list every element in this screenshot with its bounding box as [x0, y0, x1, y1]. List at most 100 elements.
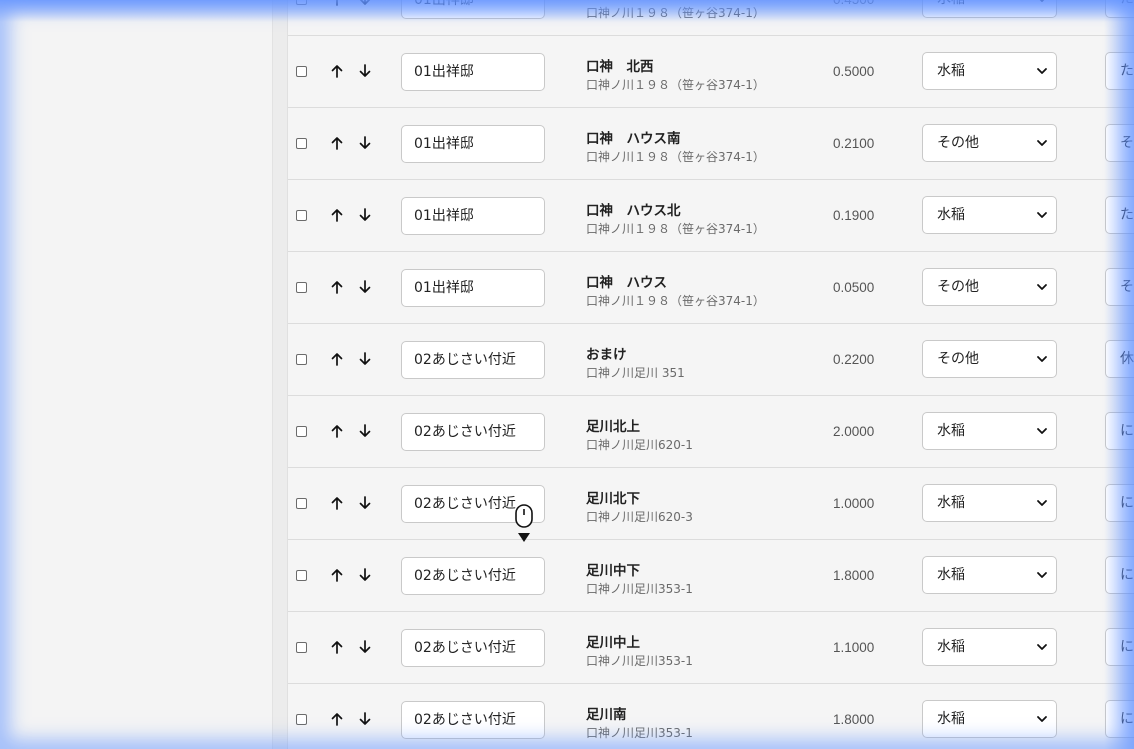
field-name: 口神 ハウス北	[586, 203, 681, 219]
field-name: おまけ	[586, 347, 627, 363]
field-area: 0.2200	[833, 352, 875, 367]
arrow-down-icon	[359, 280, 371, 293]
crop-select[interactable]: 水稲	[922, 628, 1057, 666]
move-up-button[interactable]	[328, 204, 346, 226]
move-up-button[interactable]	[328, 132, 346, 154]
crop-select[interactable]: その他	[922, 340, 1057, 378]
next-column-select[interactable]: に	[1105, 628, 1134, 666]
arrow-up-icon	[331, 65, 343, 78]
row-checkbox[interactable]	[296, 570, 307, 581]
next-column-select[interactable]: 休	[1105, 340, 1134, 378]
chevron-down-icon	[1037, 572, 1047, 578]
crop-select-value: 水稲	[937, 639, 965, 655]
move-down-button[interactable]	[356, 204, 374, 226]
move-down-button[interactable]	[356, 276, 374, 298]
row-checkbox[interactable]	[296, 354, 307, 365]
move-up-button[interactable]	[328, 564, 346, 586]
move-up-button[interactable]	[328, 276, 346, 298]
move-down-button[interactable]	[356, 564, 374, 586]
row-checkbox[interactable]	[296, 138, 307, 149]
table-row: 01出祥邸 口神 ハウス南 口神ノ川１９８（笹ヶ谷374-1） 0.2100 そ…	[288, 108, 1134, 180]
crop-select[interactable]: 水稲	[922, 700, 1057, 738]
move-down-button[interactable]	[356, 420, 374, 442]
arrow-down-icon	[359, 208, 371, 221]
move-up-button[interactable]	[328, 492, 346, 514]
crop-select[interactable]: 水稲	[922, 412, 1057, 450]
move-up-button[interactable]	[328, 420, 346, 442]
next-column-select[interactable]: に	[1105, 484, 1134, 522]
group-input[interactable]: 01出祥邸	[401, 197, 545, 235]
crop-select-value: その他	[937, 135, 979, 151]
mouse-scroll-cursor-icon	[515, 504, 533, 542]
group-input[interactable]: 02あじさい付近	[401, 629, 545, 667]
table-row: 01出祥邸 口神 北西 口神ノ川１９８（笹ヶ谷374-1） 0.5000 水稲 …	[288, 36, 1134, 108]
next-column-select[interactable]: た	[1105, 0, 1134, 18]
row-checkbox[interactable]	[296, 210, 307, 221]
next-column-value: に	[1120, 567, 1134, 583]
group-input[interactable]: 02あじさい付近	[401, 557, 545, 595]
row-checkbox[interactable]	[296, 498, 307, 509]
next-column-select[interactable]: に	[1105, 412, 1134, 450]
move-up-button[interactable]	[328, 636, 346, 658]
crop-select[interactable]: 水稲	[922, 196, 1057, 234]
group-input[interactable]: 01出祥邸	[401, 269, 545, 307]
row-checkbox[interactable]	[296, 0, 307, 5]
chevron-down-icon	[1037, 428, 1047, 434]
crop-select[interactable]: 水稲	[922, 0, 1057, 18]
move-down-button[interactable]	[356, 132, 374, 154]
move-down-button[interactable]	[356, 636, 374, 658]
next-column-select[interactable]: に	[1105, 556, 1134, 594]
group-input[interactable]: 02あじさい付近	[401, 341, 545, 379]
row-checkbox[interactable]	[296, 426, 307, 437]
crop-select[interactable]: 水稲	[922, 484, 1057, 522]
chevron-down-icon	[1037, 68, 1047, 74]
next-column-select[interactable]: た	[1105, 52, 1134, 90]
arrow-up-icon	[331, 137, 343, 150]
group-input[interactable]: 01出祥邸	[401, 125, 545, 163]
arrow-up-icon	[331, 425, 343, 438]
move-up-button[interactable]	[328, 60, 346, 82]
row-checkbox[interactable]	[296, 282, 307, 293]
next-column-select[interactable]: そ	[1105, 124, 1134, 162]
crop-select[interactable]: 水稲	[922, 52, 1057, 90]
arrow-up-icon	[331, 641, 343, 654]
table-row: 02あじさい付近 おまけ 口神ノ川足川 351 0.2200 その他 休	[288, 324, 1134, 396]
next-column-select[interactable]: た	[1105, 196, 1134, 234]
next-column-select[interactable]: に	[1105, 700, 1134, 738]
field-name: 口神 ハウス南	[586, 131, 681, 147]
move-down-button[interactable]	[356, 0, 374, 10]
move-down-button[interactable]	[356, 492, 374, 514]
row-checkbox[interactable]	[296, 642, 307, 653]
move-down-button[interactable]	[356, 708, 374, 730]
group-input[interactable]: 01出祥邸	[401, 0, 545, 19]
crop-select-value: 水稲	[937, 0, 965, 7]
field-address: 口神ノ川１９８（笹ヶ谷374-1）	[586, 222, 765, 236]
crop-select-value: 水稲	[937, 423, 965, 439]
row-checkbox[interactable]	[296, 714, 307, 725]
field-area: 2.0000	[833, 424, 875, 439]
group-input[interactable]: 02あじさい付近	[401, 413, 545, 451]
move-up-button[interactable]	[328, 348, 346, 370]
crop-select[interactable]: その他	[922, 268, 1057, 306]
field-area: 1.0000	[833, 496, 875, 511]
arrow-up-icon	[331, 209, 343, 222]
crop-select-value: 水稲	[937, 63, 965, 79]
move-up-button[interactable]	[328, 708, 346, 730]
group-input[interactable]: 02あじさい付近	[401, 701, 545, 739]
move-down-button[interactable]	[356, 60, 374, 82]
next-column-value: そ	[1120, 279, 1134, 295]
arrow-down-icon	[359, 496, 371, 509]
row-checkbox[interactable]	[296, 66, 307, 77]
move-down-button[interactable]	[356, 348, 374, 370]
group-input[interactable]: 01出祥邸	[401, 53, 545, 91]
crop-select[interactable]: その他	[922, 124, 1057, 162]
crop-select[interactable]: 水稲	[922, 556, 1057, 594]
field-name: 足川北上	[586, 419, 640, 435]
chevron-down-icon	[1037, 140, 1047, 146]
move-up-button[interactable]	[328, 0, 346, 10]
field-area: 0.2100	[833, 136, 875, 151]
next-column-select[interactable]: そ	[1105, 268, 1134, 306]
table-row: 02あじさい付近 足川北下 口神ノ川足川620-3 1.0000 水稲 に	[288, 468, 1134, 540]
field-address: 口神ノ川足川620-1	[586, 438, 693, 452]
scroll-gutter[interactable]	[273, 0, 288, 749]
